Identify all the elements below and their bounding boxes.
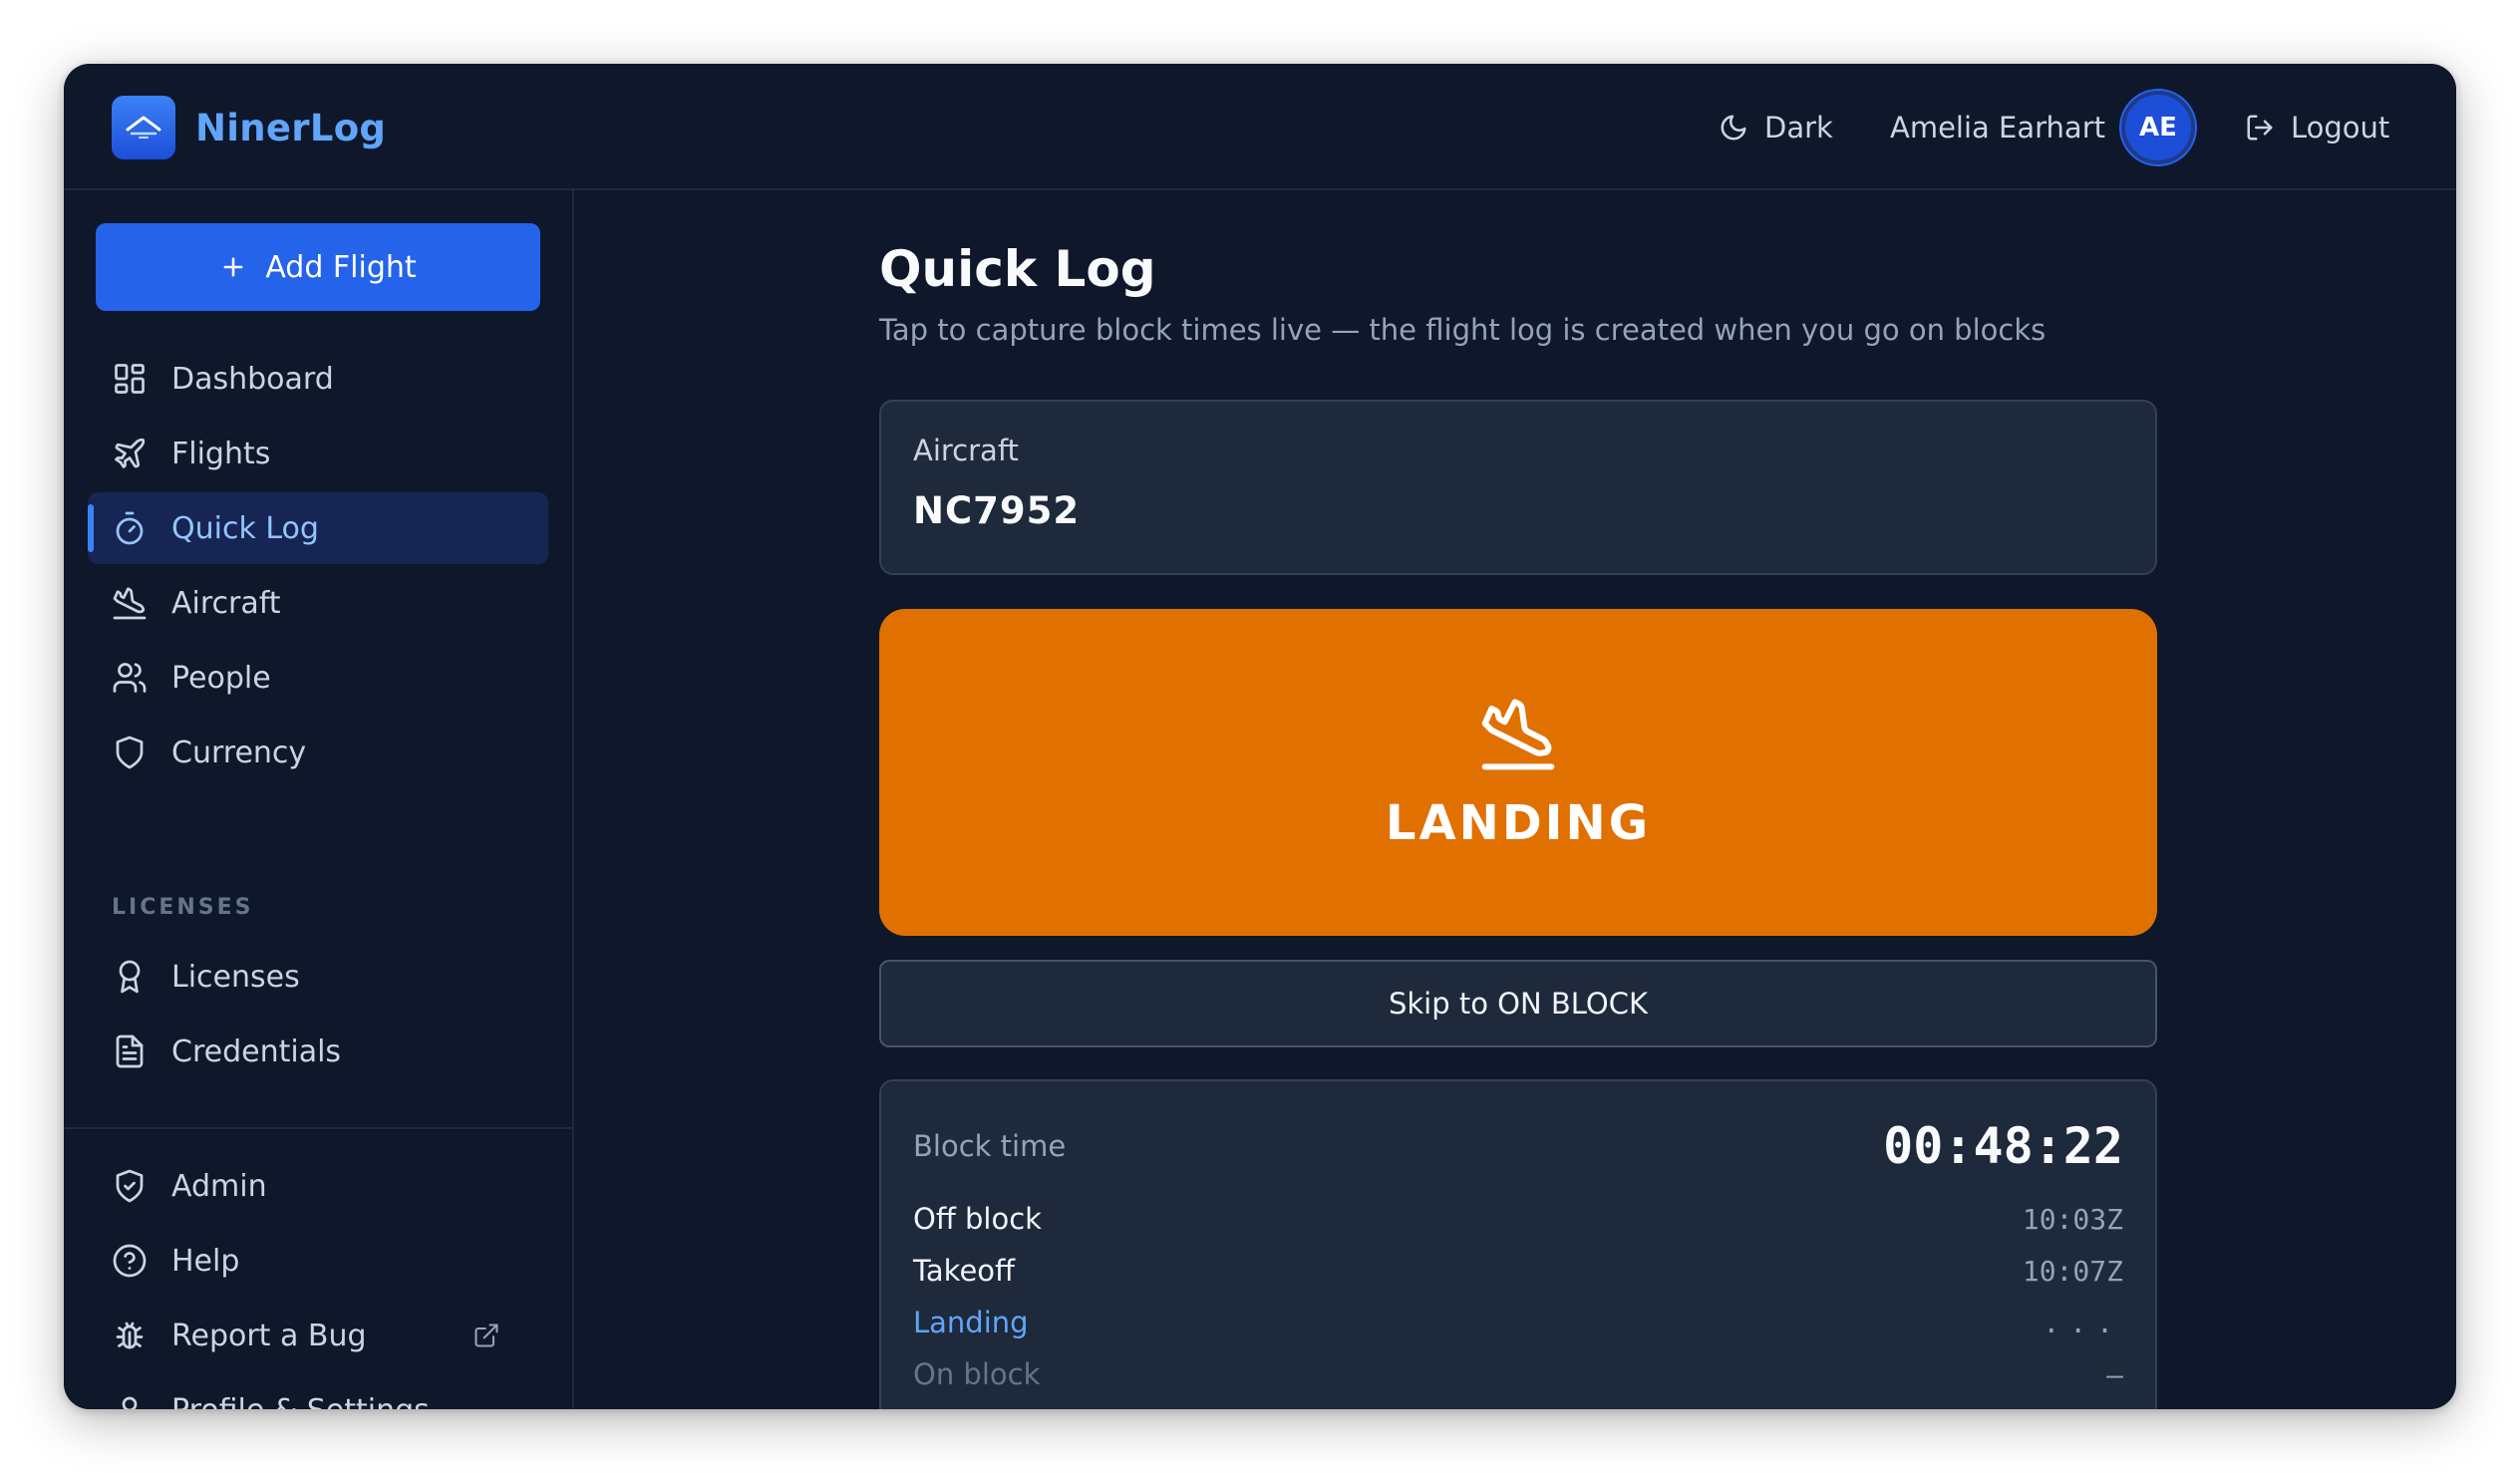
sidebar-item-label: Help bbox=[171, 1243, 240, 1279]
users-icon bbox=[113, 663, 147, 693]
sidebar-item-label: Report a Bug bbox=[171, 1318, 367, 1353]
sidebar-item-profile-settings[interactable]: Profile & Settings bbox=[88, 1374, 548, 1409]
page-title: Quick Log bbox=[879, 240, 1156, 298]
time-row-label: On block bbox=[913, 1357, 1041, 1391]
sidebar-item-label: Flights bbox=[171, 436, 271, 471]
block-time-card: Block time 00:48:22 Off block 10:03Z Tak… bbox=[879, 1079, 2157, 1409]
landing-label: LANDING bbox=[1385, 795, 1652, 851]
sidebar-item-people[interactable]: People bbox=[88, 642, 548, 714]
sidebar-item-label: Aircraft bbox=[171, 585, 281, 621]
sidebar: Add Flight Dashboard Flights Quick Log A… bbox=[64, 190, 574, 1409]
time-row-off-block: Off block 10:03Z bbox=[913, 1199, 2123, 1239]
logout-label: Logout bbox=[2291, 110, 2390, 145]
sidebar-item-label: Admin bbox=[171, 1168, 267, 1204]
block-timer: 00:48:22 bbox=[1883, 1117, 2123, 1175]
time-row-value: 10:07Z bbox=[2022, 1254, 2123, 1288]
time-row-label: Off block bbox=[913, 1202, 1042, 1236]
add-flight-button[interactable]: Add Flight bbox=[96, 223, 540, 311]
add-flight-label: Add Flight bbox=[265, 249, 417, 285]
time-row-value: ... bbox=[2043, 1306, 2123, 1339]
main-content: Quick Log Tap to capture block times liv… bbox=[574, 190, 2456, 1409]
help-circle-icon bbox=[113, 1244, 147, 1278]
time-row-label: Takeoff bbox=[913, 1254, 1016, 1288]
document-icon bbox=[116, 1034, 144, 1068]
bug-icon bbox=[116, 1322, 144, 1349]
external-link-icon bbox=[474, 1324, 498, 1347]
avatar[interactable]: AE bbox=[2121, 90, 2195, 164]
shield-icon bbox=[116, 736, 144, 769]
section-label-licenses: LICENSES bbox=[112, 895, 254, 920]
app-window: NinerLog Dark Amelia Earhart AE Logout A… bbox=[64, 64, 2456, 1409]
aircraft-registration: NC7952 bbox=[913, 489, 1081, 532]
sidebar-item-help[interactable]: Help bbox=[88, 1225, 548, 1297]
sidebar-item-dashboard[interactable]: Dashboard bbox=[88, 343, 548, 415]
sidebar-item-label: Profile & Settings bbox=[171, 1393, 430, 1410]
sidebar-item-licenses[interactable]: Licenses bbox=[88, 941, 548, 1013]
plus-icon bbox=[223, 257, 243, 277]
aircraft-label: Aircraft bbox=[913, 434, 1019, 467]
theme-label: Dark bbox=[1764, 110, 1833, 145]
sidebar-item-flights[interactable]: Flights bbox=[88, 418, 548, 489]
app-logo-icon bbox=[112, 96, 175, 159]
sidebar-item-admin[interactable]: Admin bbox=[88, 1150, 548, 1222]
logout-button[interactable]: Logout bbox=[2245, 64, 2389, 190]
time-row-value: 10:03Z bbox=[2022, 1202, 2123, 1236]
sidebar-item-label: Dashboard bbox=[171, 361, 334, 397]
plane-landing-icon bbox=[113, 587, 147, 620]
plane-icon bbox=[115, 438, 146, 468]
sidebar-item-label: People bbox=[171, 660, 271, 696]
sidebar-item-currency[interactable]: Currency bbox=[88, 717, 548, 788]
sidebar-item-aircraft[interactable]: Aircraft bbox=[88, 567, 548, 639]
sidebar-divider bbox=[64, 1127, 572, 1129]
time-row-value: — bbox=[2106, 1357, 2123, 1391]
shield-check-icon bbox=[116, 1169, 144, 1203]
block-time-label: Block time bbox=[913, 1129, 1067, 1163]
user-menu[interactable]: Amelia Earhart AE bbox=[1890, 64, 2195, 190]
time-row-on-block: On block — bbox=[913, 1354, 2123, 1394]
award-icon bbox=[119, 960, 141, 994]
brand[interactable]: NinerLog bbox=[112, 96, 386, 159]
sidebar-item-label: Credentials bbox=[171, 1033, 342, 1069]
time-row-landing: Landing ... bbox=[913, 1303, 2123, 1342]
user-icon bbox=[122, 1396, 138, 1409]
app-name: NinerLog bbox=[195, 106, 387, 149]
stopwatch-icon bbox=[116, 511, 144, 545]
user-name: Amelia Earhart bbox=[1890, 110, 2105, 145]
sidebar-item-report-bug[interactable]: Report a Bug bbox=[88, 1300, 548, 1371]
sidebar-item-label: Quick Log bbox=[171, 510, 319, 546]
time-row-takeoff: Takeoff 10:07Z bbox=[913, 1251, 2123, 1291]
time-row-label: Landing bbox=[913, 1306, 1029, 1339]
logout-icon bbox=[2247, 115, 2273, 140]
skip-to-on-block-button[interactable]: Skip to ON BLOCK bbox=[879, 960, 2157, 1047]
moon-icon bbox=[1721, 115, 1746, 140]
sidebar-item-label: Licenses bbox=[171, 959, 300, 995]
plane-landing-icon bbox=[1481, 699, 1555, 770]
aircraft-card[interactable]: Aircraft NC7952 bbox=[879, 400, 2157, 575]
landing-button[interactable]: LANDING bbox=[879, 609, 2157, 936]
sidebar-item-label: Currency bbox=[171, 735, 307, 770]
theme-toggle[interactable]: Dark bbox=[1719, 64, 1833, 190]
page-subtitle: Tap to capture block times live — the fl… bbox=[879, 313, 2047, 347]
sidebar-item-credentials[interactable]: Credentials bbox=[88, 1016, 548, 1087]
sidebar-item-quick-log[interactable]: Quick Log bbox=[88, 492, 548, 564]
top-bar: NinerLog Dark Amelia Earhart AE Logout bbox=[64, 64, 2456, 190]
dashboard-icon bbox=[115, 364, 145, 394]
